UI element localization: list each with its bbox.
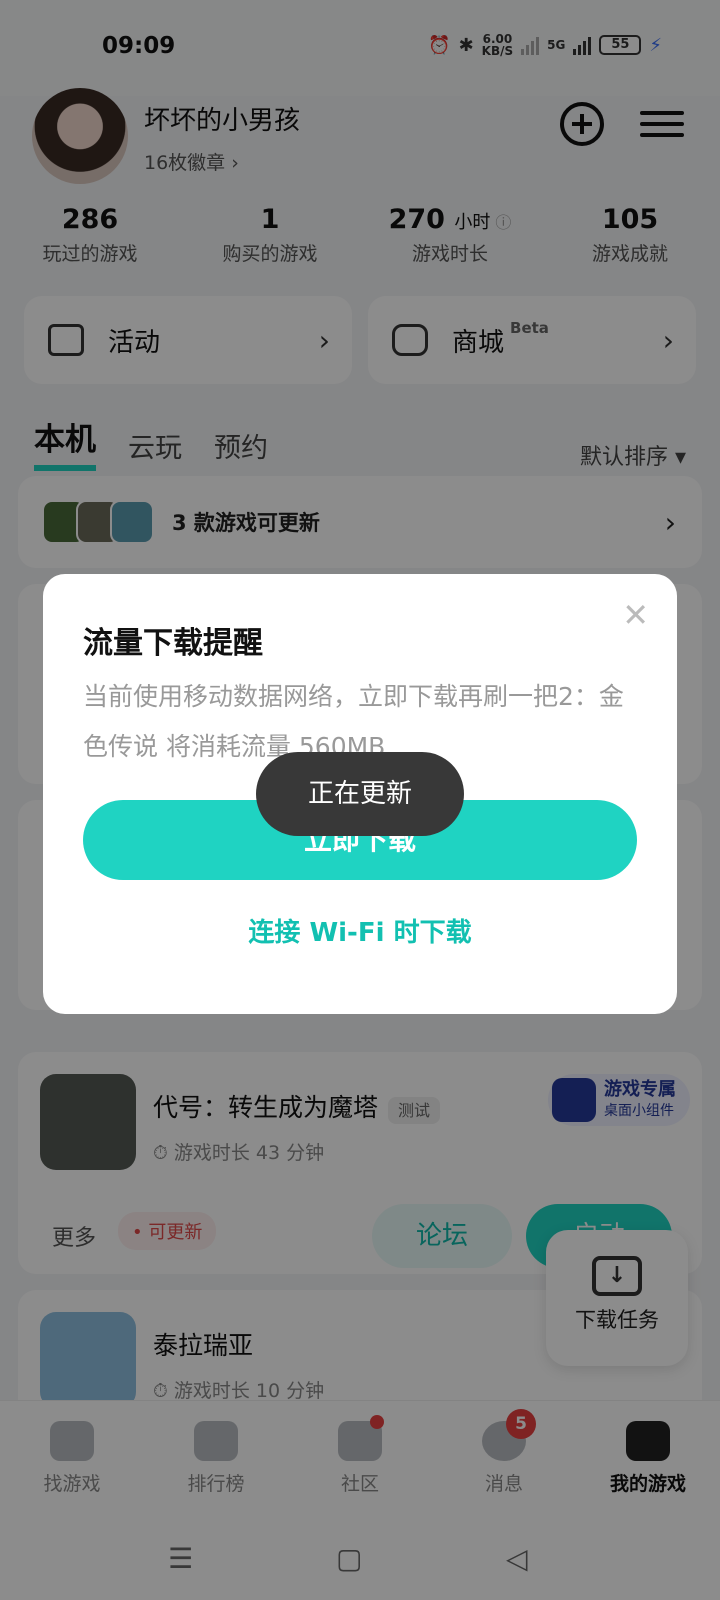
updating-toast: 正在更新 [256,752,464,836]
dialog-title: 流量下载提醒 [83,626,263,661]
download-on-wifi-button[interactable]: 连接 Wi-Fi 时下载 [43,912,677,949]
close-icon[interactable]: ✕ [622,596,649,634]
